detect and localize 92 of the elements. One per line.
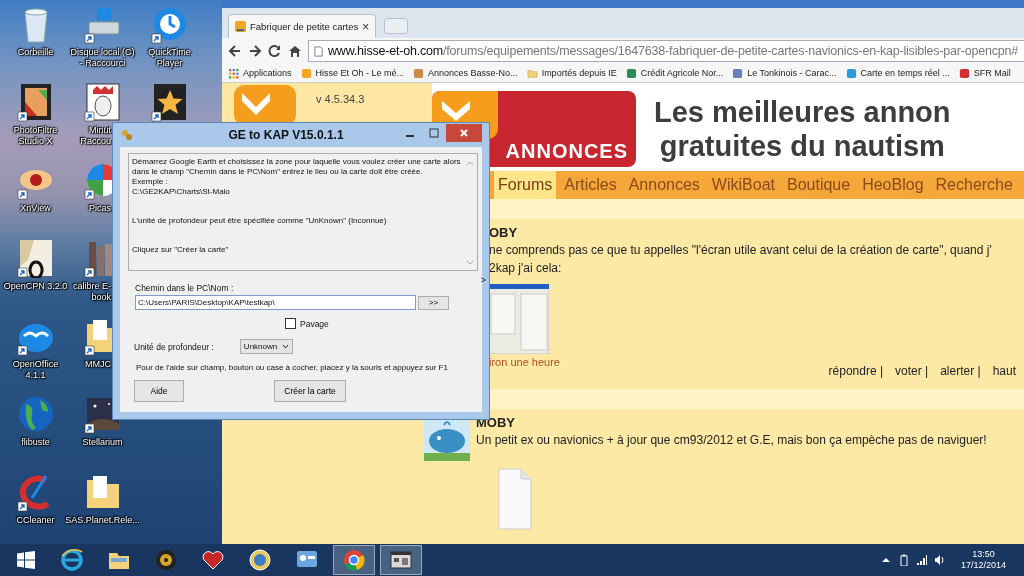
chrome-icon — [342, 548, 366, 572]
tab-title: Fabriquer de petite cartes — [250, 21, 359, 32]
icon-label: OpenOffice 4.1.1 — [11, 359, 60, 381]
forward-icon[interactable] — [248, 44, 262, 58]
post-text: Un petit ex ou navionics + à jour que cm93/2012 et G.E, mais bon ça empèche pas de naviguer! — [476, 432, 987, 448]
depth-select[interactable]: Unknown — [239, 339, 293, 354]
path-input[interactable]: C:\Users\PARIS\Desktop\KAP\testkap\ — [135, 295, 416, 310]
path-label: Chemin dans le PC\Nom : — [135, 283, 235, 293]
icon-label: SAS.Planet.Rele... — [65, 515, 140, 526]
post-time: iron une heure — [489, 356, 560, 368]
page-icon — [313, 45, 324, 57]
site-logo-icon — [235, 21, 246, 32]
browser-e-icon — [60, 548, 84, 572]
battery-icon[interactable] — [898, 554, 909, 566]
site-icon — [625, 67, 637, 79]
url-text: www.hisse-et-oh.com/forums/equipements/messages/1647638-fabriquer-de-petite-cartes-navionics-en-kap-lisibles-par-opencpn# — [328, 44, 1019, 58]
post-action-link[interactable]: voter | — [895, 364, 929, 378]
checkbox-label: Pavage — [300, 318, 329, 329]
screenshot-thumbnail[interactable] — [489, 284, 549, 354]
back-icon[interactable] — [228, 44, 242, 58]
instruction-text: Cliquez sur "Créer la carte" — [132, 245, 230, 255]
nav-link[interactable]: Forums — [494, 171, 557, 199]
rooster-icon[interactable] — [82, 82, 123, 122]
window-title: GE to KAP V15.0.1.1 — [227, 128, 345, 142]
post-text: 2kap j'ai cela: — [489, 260, 562, 276]
post-action-link[interactable]: haut — [992, 364, 1016, 378]
apps-grid-icon — [228, 67, 239, 79]
icon-label: Stellarium — [81, 437, 124, 448]
disc-icon — [154, 548, 178, 572]
reload-icon[interactable] — [268, 44, 282, 58]
post-action-link[interactable]: alerter | — [940, 364, 981, 378]
banner-headline: Les meilleures annon — [654, 95, 951, 129]
bookmark-link[interactable]: Hisse Et Oh - Le mé... — [300, 67, 405, 79]
bookmark-link[interactable]: SFR Mail — [958, 67, 1011, 79]
instruction-text: L'unité de profondeur peut être spécifiée comme "UnKnown" (Inconnue) — [132, 216, 388, 226]
instruction-text: C:\GE2KAP\Charts\St-Malo — [132, 187, 231, 197]
help-text: Pour de l'aide sur champ, bouton ou case à cocher, placez y la souris et appuyez sur F1 — [136, 363, 449, 372]
icon-label: Disque local (C) - Raccourci — [69, 47, 136, 69]
bookmark-link[interactable]: Annonces Basse-No... — [413, 67, 518, 79]
taskbar-app[interactable] — [333, 545, 375, 575]
icon-label: Minut Raccou — [79, 125, 111, 147]
icon-label: PhotoFiltre Studio X — [12, 125, 59, 147]
seal-icon — [248, 548, 272, 572]
app-window-icon — [389, 548, 413, 572]
site-icon — [300, 67, 312, 79]
speaker-icon[interactable] — [934, 554, 945, 566]
icon-label: MMJC — [84, 359, 111, 370]
checkbox[interactable] — [285, 318, 296, 329]
taskbar-app[interactable] — [380, 545, 422, 575]
instruction-text: Exemple : — [132, 177, 169, 187]
app-icon — [120, 128, 134, 142]
maximize-icon — [429, 127, 439, 138]
home-icon[interactable] — [288, 44, 302, 58]
post-text: ne comprends pas ce que tu appelles "l'écran utile avant celui de la création de carte", quand j' — [489, 242, 992, 258]
address-bar[interactable]: www.hisse-et-oh.com/forums/equipements/messages/1647638-fabriquer-de-petite-cartes-navionics-en-kap-lisibles-par-opencpn# — [308, 40, 1024, 62]
bookmark-link[interactable]: Crédit Agricole Nor... — [625, 67, 724, 79]
close-icon[interactable]: × — [362, 19, 370, 34]
clock-time[interactable]: 13:50 — [972, 549, 995, 560]
depth-label: Unité de profondeur : — [134, 341, 214, 352]
bookmark-link[interactable]: Le Tonkinois - Carac... — [732, 67, 837, 79]
dialog-button[interactable]: Aide — [134, 380, 184, 402]
icon-label: flibuste — [20, 437, 51, 448]
dialog-button[interactable]: Créer la carte — [274, 380, 346, 402]
bookmark-link[interactable]: Carte en temps réel ... — [845, 67, 950, 79]
arrow-text[interactable]: > — [480, 275, 486, 285]
heart-icon — [201, 548, 225, 572]
signal-icon[interactable] — [916, 554, 927, 566]
icon-label: Corbeille — [16, 47, 55, 58]
browser-tab[interactable]: Fabriquer de petite cartes × — [228, 14, 377, 38]
folder-icon — [526, 67, 538, 79]
site-icon — [845, 67, 857, 79]
close-button[interactable] — [446, 123, 482, 142]
post-author[interactable]: OBY — [489, 225, 518, 240]
clock-date[interactable]: 17/12/2014 — [960, 560, 1006, 571]
site-icon — [958, 67, 970, 79]
icon-label: QuickTime Player — [147, 47, 192, 69]
banner-headline: gratuites du nautism — [659, 129, 945, 163]
icon-label: Picas — [88, 203, 111, 214]
minimize-icon — [406, 134, 414, 137]
icon-label: XnView — [19, 203, 52, 214]
close-icon — [459, 127, 469, 138]
caret-icon — [281, 344, 289, 349]
site-icon — [413, 67, 425, 79]
browse-button[interactable]: >> — [418, 295, 449, 310]
site-icon — [732, 67, 744, 79]
bookmark-link[interactable]: Importés depuis IE — [526, 67, 617, 79]
version-text: v 4.5.34.3 — [316, 93, 365, 105]
post-action-link[interactable]: répondre | — [828, 364, 884, 378]
start-logo-icon — [17, 551, 35, 569]
bookmark-link[interactable]: Applications — [228, 67, 292, 79]
icon-label: OpenCPN 3.2.0 — [2, 281, 69, 292]
icon-label: calibre E-book — [72, 281, 111, 303]
